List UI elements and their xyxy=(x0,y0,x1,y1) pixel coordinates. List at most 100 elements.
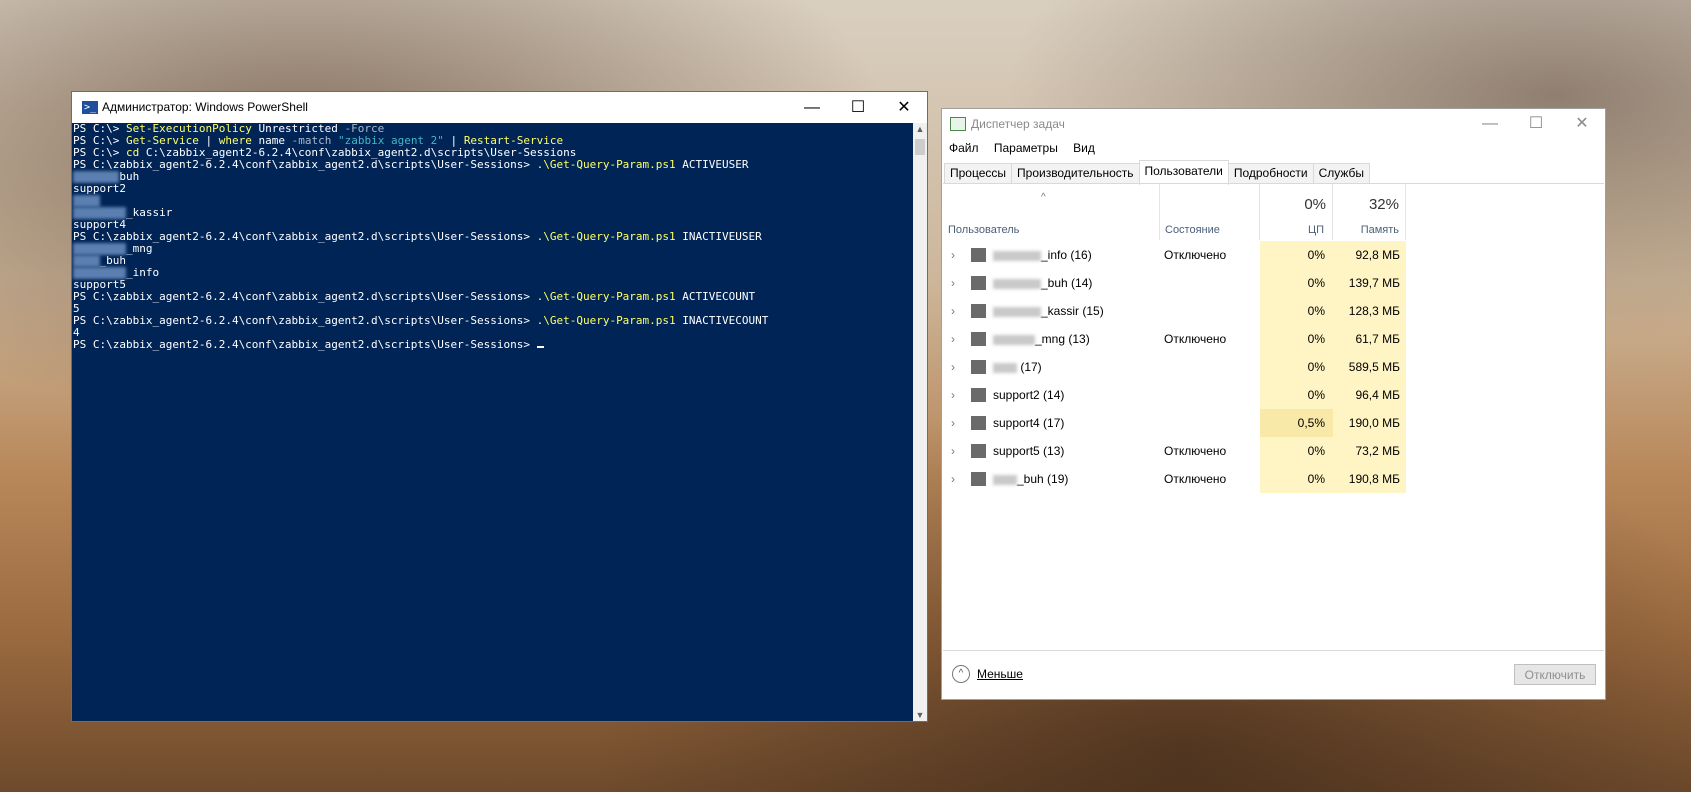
console-line: PS C:\zabbix_agent2-6.2.4\conf\zabbix_ag… xyxy=(73,290,755,303)
user-name: xxxx_buh (19) xyxy=(993,465,1068,493)
user-name-text: _kassir (15) xyxy=(1041,304,1104,318)
expand-chevron-icon[interactable]: › xyxy=(951,353,961,381)
expand-chevron-icon[interactable]: › xyxy=(951,381,961,409)
console-output-text: _info xyxy=(125,266,160,279)
user-memory: 61,7 МБ xyxy=(1333,325,1406,353)
column-header-cpu[interactable]: 0% ЦП xyxy=(1260,184,1333,240)
maximize-button[interactable]: ☐ xyxy=(1513,109,1559,139)
user-name: xxxxxxx_mng (13) xyxy=(993,325,1090,353)
user-name: xxxx (17) xyxy=(993,353,1042,381)
user-memory: 96,4 МБ xyxy=(1333,381,1406,409)
fewer-details-link[interactable]: Меньше xyxy=(977,667,1023,681)
column-header-user[interactable]: ^ Пользователь xyxy=(943,184,1160,240)
redacted-text: xxxxxxxx xyxy=(73,267,126,279)
expand-chevron-icon[interactable]: › xyxy=(951,241,961,269)
user-row[interactable]: › xxxxxxx_mng (13) Отключено 0%61,7 МБ xyxy=(943,325,1604,353)
console-line: PS C:\zabbix_agent2-6.2.4\conf\zabbix_ag… xyxy=(73,230,762,243)
console-line: PS C:\zabbix_agent2-6.2.4\conf\zabbix_ag… xyxy=(73,158,749,171)
menu-bar: Файл Параметры Вид xyxy=(949,141,1107,159)
console-line: PS C:\zabbix_agent2-6.2.4\conf\zabbix_ag… xyxy=(73,314,768,327)
user-name-text: _buh (19) xyxy=(1017,472,1069,486)
user-row[interactable]: › xxxxxxxx_buh (14) 0%139,7 МБ xyxy=(943,269,1604,297)
user-cpu: 0% xyxy=(1260,241,1333,269)
redacted-text: xxxxxxx xyxy=(73,171,120,183)
user-name: xxxxxxxx_buh (14) xyxy=(993,269,1092,297)
column-label-cpu: ЦП xyxy=(1307,224,1324,236)
redacted-text: xxxxxxxx xyxy=(993,250,1041,261)
expand-chevron-icon[interactable]: › xyxy=(951,325,961,353)
expand-chevron-icon[interactable]: › xyxy=(951,465,961,493)
user-name-text: support4 (17) xyxy=(993,416,1065,430)
minimize-button[interactable]: — xyxy=(789,92,835,123)
tab-users[interactable]: Пользователи xyxy=(1138,160,1229,185)
powershell-window[interactable]: >_ Администратор: Windows PowerShell — ☐… xyxy=(71,91,928,722)
maximize-button[interactable]: ☐ xyxy=(835,92,881,123)
menu-file[interactable]: Файл xyxy=(949,141,979,155)
console-token: INACTIVECOUNT xyxy=(675,314,769,327)
tab-performance[interactable]: Производительность xyxy=(1011,163,1140,184)
user-avatar-icon xyxy=(971,388,986,402)
tab-details[interactable]: Подробности xyxy=(1227,163,1314,184)
user-name: support5 (13) xyxy=(993,437,1064,465)
redacted-text: xxxx xyxy=(993,362,1017,373)
vertical-scrollbar[interactable]: ▲ ▼ xyxy=(913,123,927,721)
console-line: xxxxxxxx_info xyxy=(73,266,159,279)
close-button[interactable]: ✕ xyxy=(881,92,927,123)
powershell-titlebar[interactable]: >_ Администратор: Windows PowerShell — ☐… xyxy=(72,92,927,123)
column-header-status[interactable]: Состояние xyxy=(1160,184,1260,240)
user-memory: 190,8 МБ xyxy=(1333,465,1406,493)
console-output-text: _kassir xyxy=(125,206,173,219)
console-token: ACTIVEUSER xyxy=(675,158,749,171)
user-row[interactable]: › xxxxxxxx_kassir (15) 0%128,3 МБ xyxy=(943,297,1604,325)
user-row[interactable]: › support5 (13) Отключено 0% 73,2 МБ xyxy=(943,437,1604,465)
window-title: Диспетчер задач xyxy=(971,117,1065,131)
minimize-button[interactable]: — xyxy=(1467,109,1513,139)
column-label-memory: Память xyxy=(1360,224,1399,236)
expand-chevron-icon[interactable]: › xyxy=(951,269,961,297)
user-avatar-icon xyxy=(971,444,986,458)
redacted-text: xxxxxxx xyxy=(993,334,1035,345)
collapse-icon[interactable]: ^ xyxy=(952,665,970,683)
console-prompt: PS C:\zabbix_agent2-6.2.4\conf\zabbix_ag… xyxy=(73,314,537,327)
user-name-text: _info (16) xyxy=(1041,248,1092,262)
console-line: xxxxxxxbuh xyxy=(73,170,139,183)
user-avatar-icon xyxy=(971,248,986,262)
console-prompt: PS C:\zabbix_agent2-6.2.4\conf\zabbix_ag… xyxy=(73,158,537,171)
scroll-up-icon[interactable]: ▲ xyxy=(913,124,927,134)
disconnect-button[interactable]: Отключить xyxy=(1514,664,1596,685)
scrollbar-thumb[interactable] xyxy=(915,139,925,155)
tab-strip: Процессы Производительность Пользователи По… xyxy=(944,160,1371,185)
tab-services[interactable]: Службы xyxy=(1312,163,1371,184)
expand-chevron-icon[interactable]: › xyxy=(951,297,961,325)
close-button[interactable]: ✕ xyxy=(1559,109,1605,139)
console-token: .\Get-Query-Param.ps1 xyxy=(536,314,676,327)
console-line: xxxxxxxx_kassir xyxy=(73,206,172,219)
memory-total-percent: 32% xyxy=(1368,196,1399,213)
user-row[interactable]: › xxxx (17) 0%589,5 МБ xyxy=(943,353,1604,381)
user-row[interactable]: › support4 (17) 0,5% 190,0 МБ xyxy=(943,409,1604,437)
expand-chevron-icon[interactable]: › xyxy=(951,409,961,437)
console-output-text: _mng xyxy=(125,242,153,255)
console-output[interactable]: PS C:\> Set-ExecutionPolicy Unrestricted… xyxy=(72,123,913,721)
task-manager-window[interactable]: Диспетчер задач — ☐ ✕ Файл Параметры Вид… xyxy=(941,108,1606,700)
task-manager-titlebar[interactable]: Диспетчер задач — ☐ ✕ xyxy=(942,109,1605,139)
user-status: Отключено xyxy=(1164,444,1227,458)
user-cpu: 0% xyxy=(1260,465,1333,493)
user-row[interactable]: › support2 (14) 0% 96,4 МБ xyxy=(943,381,1604,409)
user-avatar-icon xyxy=(971,332,986,346)
scroll-down-icon[interactable]: ▼ xyxy=(913,710,927,720)
menu-view[interactable]: Вид xyxy=(1073,141,1095,155)
user-row[interactable]: › xxxx_buh (19) Отключено 0%190,8 МБ xyxy=(943,465,1604,493)
column-header-memory[interactable]: 32% Память xyxy=(1333,184,1406,240)
console-prompt: PS C:\zabbix_agent2-6.2.4\conf\zabbix_ag… xyxy=(73,338,537,351)
tab-processes[interactable]: Процессы xyxy=(944,163,1013,184)
menu-options[interactable]: Параметры xyxy=(994,141,1058,155)
user-row[interactable]: › xxxxxxxx_info (16) Отключено 0%92,8 МБ xyxy=(943,241,1604,269)
user-memory: 190,0 МБ xyxy=(1333,409,1406,437)
expand-chevron-icon[interactable]: › xyxy=(951,437,961,465)
user-avatar-icon xyxy=(971,276,986,290)
user-cpu: 0% xyxy=(1260,353,1333,381)
column-label-status: Состояние xyxy=(1165,224,1220,236)
user-cpu: 0,5% xyxy=(1260,409,1333,437)
user-name: support2 (14) xyxy=(993,381,1064,409)
